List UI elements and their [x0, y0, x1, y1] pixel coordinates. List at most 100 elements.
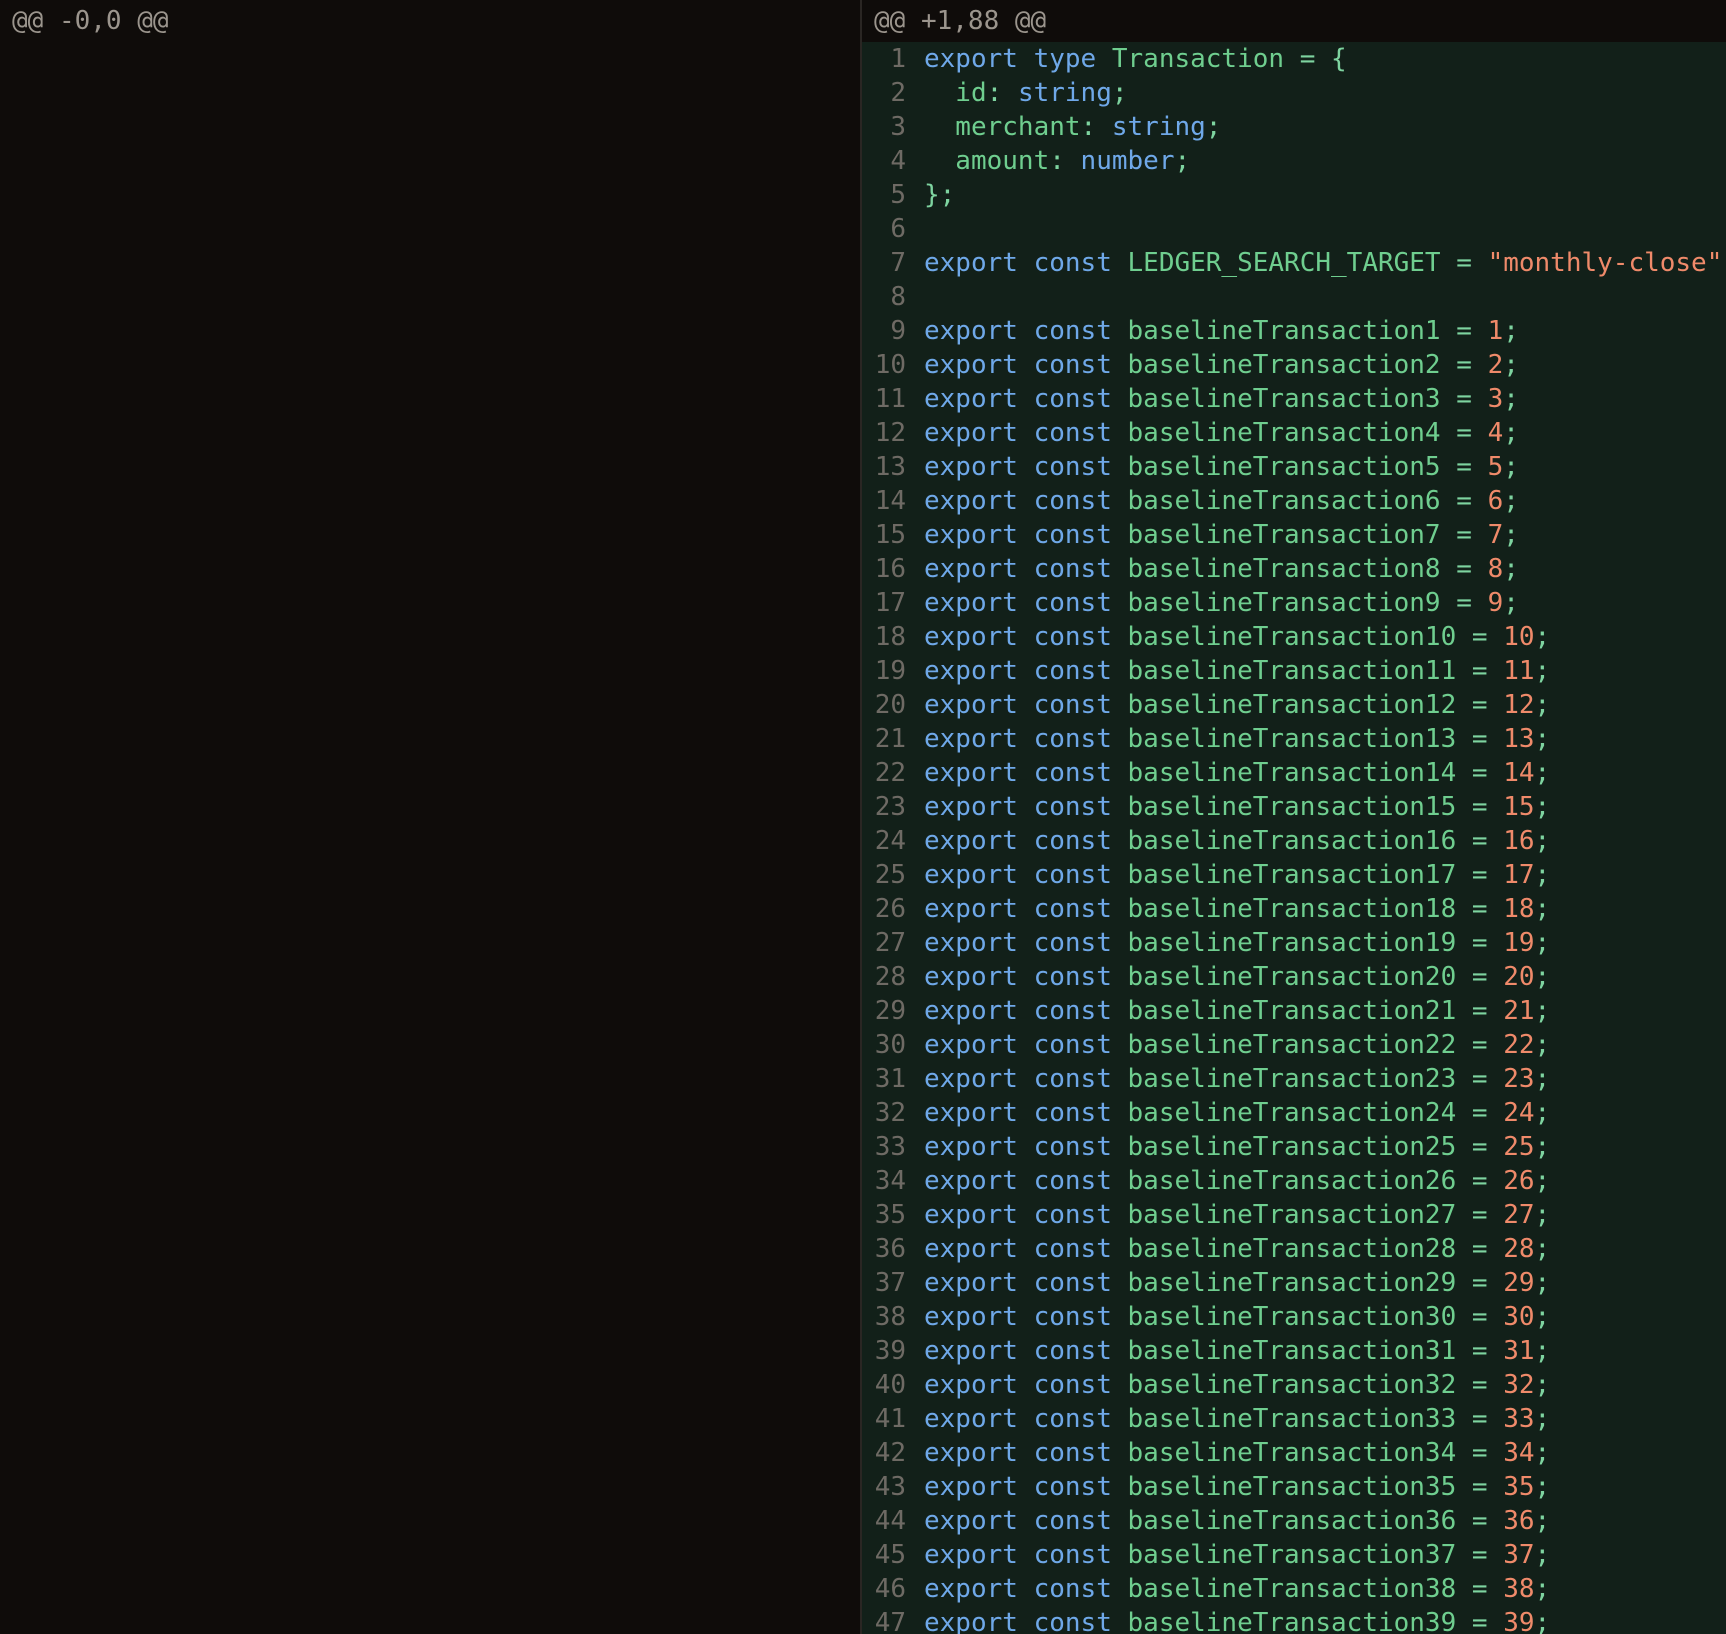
line-number: 9	[890, 316, 906, 346]
line-number: 46	[874, 1574, 906, 1604]
line-source: export const baselineTransaction20 = 20;	[906, 960, 1726, 994]
code-token: export	[924, 656, 1018, 686]
code-token: export	[924, 316, 1018, 346]
code-token: 28	[1503, 1234, 1535, 1264]
line-source: merchant: string;	[906, 110, 1726, 144]
code-token: =	[1456, 1438, 1504, 1468]
code-token: amount	[924, 146, 1050, 176]
line-source: export const baselineTransaction34 = 34;	[906, 1436, 1726, 1470]
line-source: export const baselineTransaction6 = 6;	[906, 484, 1726, 518]
code-token: ;	[1503, 384, 1519, 414]
line-source: id: string;	[906, 76, 1726, 110]
code-line: 19 export const baselineTransaction11 = 1…	[862, 654, 1726, 688]
code-line: 29 export const baselineTransaction21 = 2…	[862, 994, 1726, 1028]
code-line: 47 export const baselineTransaction39 = 3…	[862, 1606, 1726, 1634]
code-token: const	[1033, 554, 1112, 584]
code-token: string	[1111, 112, 1206, 142]
code-token: const	[1033, 894, 1112, 924]
code-token: export	[924, 860, 1018, 890]
line-source: export const baselineTransaction19 = 19;	[906, 926, 1726, 960]
code-token: const	[1033, 486, 1112, 516]
line-source: export const baselineTransaction9 = 9;	[906, 586, 1726, 620]
code-token: export	[924, 1098, 1018, 1128]
code-token: =	[1440, 486, 1488, 516]
code-token: 38	[1503, 1574, 1535, 1604]
line-source: export const baselineTransaction38 = 38;	[906, 1572, 1726, 1606]
code-token: const	[1033, 1404, 1112, 1434]
code-token: export	[924, 792, 1018, 822]
code-line: 25 export const baselineTransaction17 = 1…	[862, 858, 1726, 892]
code-token: 13	[1503, 724, 1535, 754]
code-token: 36	[1503, 1506, 1535, 1536]
code-token: export	[924, 44, 1018, 74]
code-token: baselineTransaction15	[1127, 792, 1457, 822]
line-source: export const baselineTransaction30 = 30;	[906, 1300, 1726, 1334]
line-source: export const baselineTransaction33 = 33;	[906, 1402, 1726, 1436]
code-token: export	[924, 1132, 1018, 1162]
code-token: ;	[1534, 1200, 1551, 1230]
line-number: 34	[874, 1166, 906, 1196]
line-source: export const baselineTransaction26 = 26;	[906, 1164, 1726, 1198]
added-code-block: 1 export type Transaction = {2 id: string…	[862, 42, 1726, 1634]
code-token: ;	[1205, 112, 1222, 142]
code-line: 42 export const baselineTransaction34 = 3…	[862, 1436, 1726, 1470]
code-token: export	[924, 1472, 1018, 1502]
code-token: export	[924, 894, 1018, 924]
code-line: 37 export const baselineTransaction29 = 2…	[862, 1266, 1726, 1300]
code-token: 10	[1503, 622, 1535, 652]
line-number: 47	[874, 1608, 906, 1634]
code-token: baselineTransaction14	[1127, 758, 1457, 788]
line-number: 22	[874, 758, 906, 788]
code-token: baselineTransaction29	[1127, 1268, 1457, 1298]
code-token: const	[1033, 248, 1112, 278]
code-line: 33 export const baselineTransaction25 = 2…	[862, 1130, 1726, 1164]
code-token: =	[1456, 690, 1504, 720]
code-token: const	[1033, 1268, 1112, 1298]
code-token: export	[924, 1608, 1018, 1634]
line-source: export const baselineTransaction13 = 13;	[906, 722, 1726, 756]
line-number: 26	[874, 894, 906, 924]
code-token: 1	[1487, 316, 1504, 346]
code-token: type	[1033, 44, 1097, 74]
code-token: ;	[1534, 1302, 1551, 1332]
line-source: export const baselineTransaction35 = 35;	[906, 1470, 1726, 1504]
code-token: baselineTransaction1	[1127, 316, 1441, 346]
code-token: export	[924, 1030, 1018, 1060]
code-token: =	[1456, 1540, 1504, 1570]
code-line: 32 export const baselineTransaction24 = 2…	[862, 1096, 1726, 1130]
line-source: export const baselineTransaction28 = 28;	[906, 1232, 1726, 1266]
line-source	[906, 212, 1726, 246]
line-number: 14	[874, 486, 906, 516]
code-line: 11 export const baselineTransaction3 = 3;	[862, 382, 1726, 416]
code-token: ;	[1534, 1540, 1551, 1570]
code-token: =	[1440, 316, 1488, 346]
code-token: =	[1456, 1574, 1504, 1604]
code-token: export	[924, 724, 1018, 754]
code-token: LEDGER_SEARCH_TARGET	[1127, 248, 1441, 278]
code-token: const	[1033, 384, 1112, 414]
code-token: ;	[1534, 996, 1551, 1026]
code-token: baselineTransaction30	[1127, 1302, 1457, 1332]
code-line: 16 export const baselineTransaction8 = 8;	[862, 552, 1726, 586]
line-number: 36	[874, 1234, 906, 1264]
line-source: };	[906, 178, 1726, 212]
code-token: 4	[1487, 418, 1504, 448]
code-token: export	[924, 350, 1018, 380]
line-source: amount: number;	[906, 144, 1726, 178]
